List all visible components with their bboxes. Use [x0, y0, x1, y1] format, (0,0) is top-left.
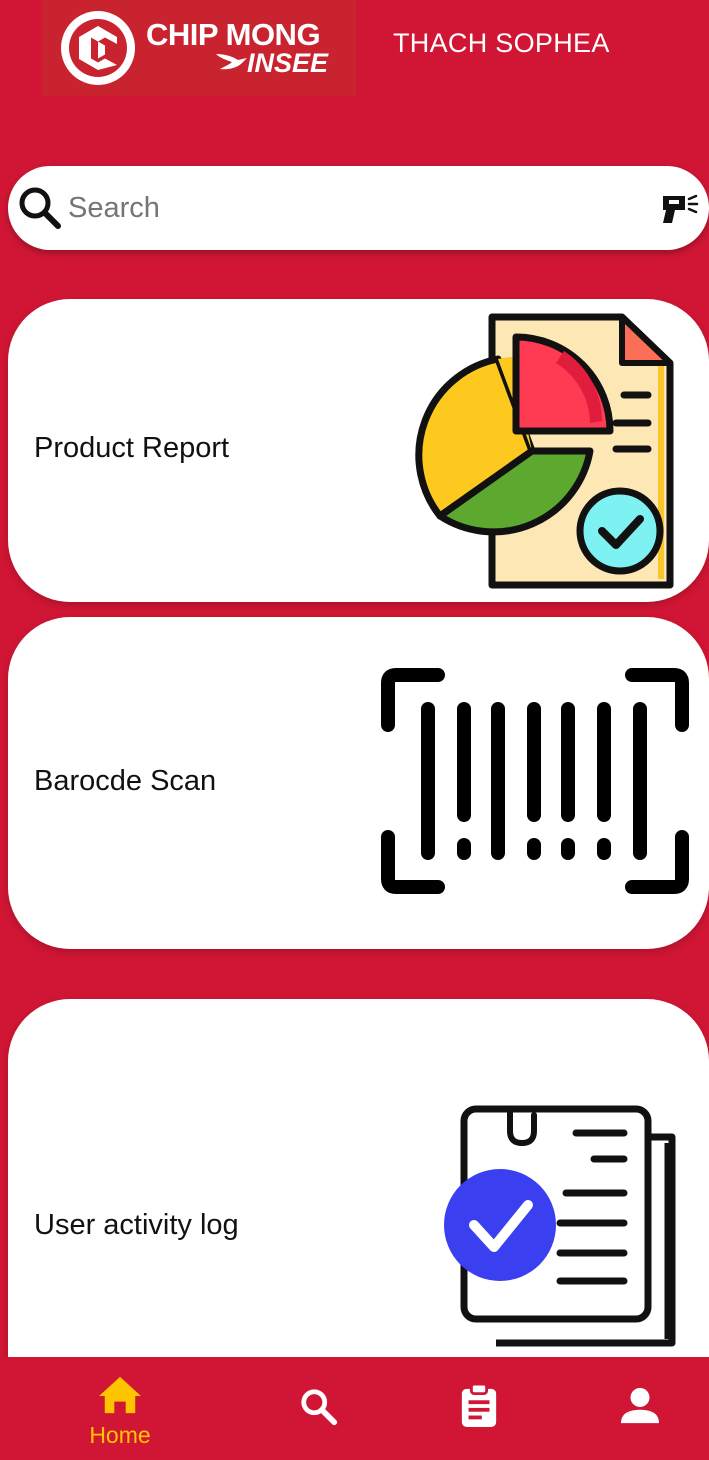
search-icon — [19, 187, 61, 229]
eagle-icon — [216, 54, 247, 70]
brand-logo: CHIP MONG INSEE — [42, 0, 356, 96]
logo-text-insee: INSEE — [247, 48, 329, 78]
barcode-scanner-icon[interactable] — [659, 192, 699, 226]
barcode-icon — [381, 668, 689, 894]
report-chart-icon — [415, 313, 674, 589]
home-icon — [99, 1376, 141, 1414]
card-label-user-activity-log: User activity log — [34, 1209, 239, 1241]
card-product-report[interactable]: Product Report — [8, 299, 709, 602]
search-icon — [301, 1389, 338, 1426]
nav-search[interactable] — [259, 1357, 379, 1460]
card-barcode-scan[interactable]: Barocde Scan — [8, 617, 709, 949]
search-input[interactable] — [68, 186, 628, 230]
activity-log-icon — [444, 1105, 676, 1347]
card-label-product-report: Product Report — [34, 432, 230, 464]
user-name: THACH SOPHEA — [393, 28, 610, 58]
search-bar[interactable] — [8, 166, 709, 250]
chip-mong-logo-icon — [61, 11, 135, 85]
clipboard-icon — [461, 1383, 497, 1427]
person-icon — [621, 1387, 659, 1424]
card-label-barcode-scan: Barocde Scan — [34, 765, 217, 797]
nav-home[interactable]: Home — [60, 1357, 180, 1460]
nav-reports[interactable] — [419, 1357, 539, 1460]
nav-profile[interactable] — [580, 1357, 700, 1460]
bottom-nav: Home — [0, 1357, 709, 1460]
nav-label-home: Home — [89, 1422, 151, 1448]
